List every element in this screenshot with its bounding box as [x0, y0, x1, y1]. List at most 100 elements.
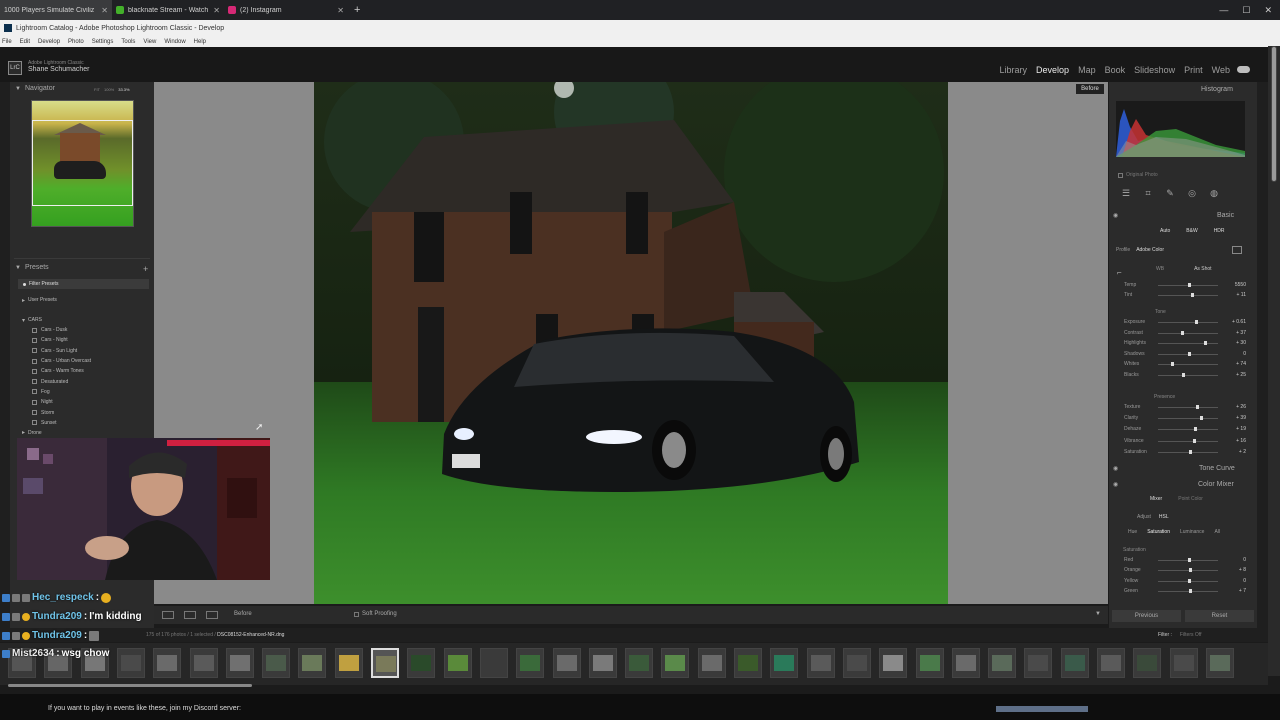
slider-yellow[interactable]: Yellow 0	[1116, 578, 1246, 586]
slider-shadows[interactable]: Shadows 0	[1116, 351, 1246, 359]
filmstrip-thumbnail[interactable]	[552, 648, 581, 678]
slider-track[interactable]	[1158, 407, 1218, 408]
reset-button[interactable]: Reset	[1185, 610, 1254, 622]
tone-curve-title[interactable]: Tone Curve	[1199, 465, 1235, 472]
page-scrollbar[interactable]	[1268, 46, 1280, 676]
filmstrip-thumbnail[interactable]	[153, 648, 182, 678]
navigator-view-box[interactable]	[32, 120, 133, 206]
module-web[interactable]: Web	[1212, 65, 1230, 75]
profile-select[interactable]: Adobe Color	[1136, 247, 1164, 253]
file-name[interactable]: DSC08152-Enhanced-NR.dng	[217, 632, 284, 638]
menu-photo[interactable]: Photo	[68, 39, 84, 45]
filter-select[interactable]: Filters Off	[1180, 632, 1202, 638]
slider-knob[interactable]	[1182, 372, 1185, 377]
add-preset-icon[interactable]: +	[143, 264, 148, 274]
filmstrip-scrollbar[interactable]	[8, 684, 252, 687]
slider-knob[interactable]	[1200, 416, 1203, 421]
slider-knob[interactable]	[1189, 588, 1193, 593]
filmstrip-thumbnail[interactable]	[661, 648, 690, 678]
slider-knob[interactable]	[1189, 568, 1193, 573]
slider-red[interactable]: Red 0	[1116, 557, 1246, 565]
filmstrip-thumbnail[interactable]	[516, 648, 545, 678]
preset-item[interactable]: Cars - Dusk	[22, 325, 91, 335]
filter-presets[interactable]: Filter Presets	[18, 279, 149, 289]
module-develop[interactable]: Develop	[1036, 65, 1069, 75]
filmstrip-thumbnail[interactable]	[1205, 648, 1234, 678]
slider-dehaze[interactable]: Dehaze + 19	[1116, 426, 1246, 434]
slider-knob[interactable]	[1196, 405, 1200, 409]
filmstrip-thumbnail[interactable]	[588, 648, 617, 678]
slider-highlights[interactable]: Highlights + 30	[1116, 340, 1246, 348]
slider-blacks[interactable]: Blacks + 25	[1116, 372, 1246, 380]
presets-header[interactable]: ▼ Presets	[15, 264, 49, 271]
close-icon[interactable]: ✕	[337, 6, 344, 15]
point-color-tab[interactable]: Point Color	[1178, 496, 1203, 502]
menu-file[interactable]: File	[2, 39, 12, 45]
eye-icon[interactable]: ◉	[1113, 481, 1118, 488]
navigator-header[interactable]: ▼ Navigator	[15, 85, 55, 92]
slider-clarity[interactable]: Clarity + 39	[1116, 415, 1246, 423]
slider-vibrance[interactable]: Vibrance + 16	[1116, 438, 1246, 446]
tab-hue[interactable]: Hue	[1128, 529, 1137, 535]
filmstrip-thumbnail[interactable]	[988, 648, 1017, 678]
slider-value[interactable]: + 8	[1239, 567, 1246, 573]
mixer-tab[interactable]: Mixer	[1150, 496, 1162, 502]
module-slideshow[interactable]: Slideshow	[1134, 65, 1175, 75]
slider-knob[interactable]	[1188, 449, 1192, 454]
slider-knob[interactable]	[1195, 320, 1199, 324]
slider-value[interactable]: 5550	[1235, 282, 1246, 288]
basic-title[interactable]: Basic	[1217, 212, 1234, 219]
slider-temp[interactable]: Temp 5550	[1116, 282, 1246, 290]
previous-button[interactable]: Previous	[1112, 610, 1181, 622]
slider-knob[interactable]	[1180, 330, 1184, 335]
hdr-button[interactable]: HDR	[1214, 228, 1225, 234]
menu-view[interactable]: View	[143, 39, 156, 45]
preset-item[interactable]: Cars - Sun Light	[22, 346, 91, 356]
before-after-icon[interactable]	[206, 611, 218, 619]
slider-value[interactable]: + 74	[1236, 361, 1246, 367]
module-library[interactable]: Library	[1000, 65, 1028, 75]
close-icon[interactable]: ✕	[101, 6, 108, 15]
slider-value[interactable]: + 16	[1236, 438, 1246, 444]
auto-button[interactable]: Auto	[1160, 228, 1170, 234]
slider-tint[interactable]: Tint + 11	[1116, 292, 1246, 300]
user-name[interactable]: Shane Schumacher	[28, 66, 89, 73]
filmstrip-thumbnail[interactable]	[262, 648, 291, 678]
slider-value[interactable]: 0	[1243, 578, 1246, 584]
slider-value[interactable]: + 2	[1239, 449, 1246, 455]
slider-track[interactable]	[1158, 590, 1218, 592]
filmstrip-thumbnail[interactable]	[407, 648, 436, 678]
compare-view-icon[interactable]	[184, 611, 196, 619]
eye-icon[interactable]: ◉	[1113, 465, 1118, 472]
adjust-select[interactable]: HSL	[1159, 514, 1169, 520]
filmstrip-thumbnail[interactable]	[806, 648, 835, 678]
slider-track[interactable]	[1158, 332, 1218, 334]
edit-sliders-icon[interactable]: ☰	[1120, 188, 1132, 199]
module-print[interactable]: Print	[1184, 65, 1203, 75]
filmstrip-thumbnail[interactable]	[479, 648, 508, 678]
filmstrip-thumbnail[interactable]	[625, 648, 654, 678]
module-map[interactable]: Map	[1078, 65, 1096, 75]
preset-item[interactable]: Fog	[22, 387, 91, 397]
filmstrip-thumbnail[interactable]	[443, 648, 472, 678]
filmstrip-thumbnail[interactable]	[951, 648, 980, 678]
slider-knob[interactable]	[1203, 341, 1207, 345]
slider-value[interactable]: 0	[1243, 351, 1246, 357]
slider-value[interactable]: + 0.61	[1232, 319, 1246, 325]
histogram-title[interactable]: Histogram	[1201, 86, 1233, 93]
masking-icon[interactable]: ◍	[1208, 188, 1220, 199]
maximize-icon[interactable]: ☐	[1242, 5, 1250, 16]
filmstrip-thumbnail[interactable]	[1024, 648, 1053, 678]
new-tab-button[interactable]: +	[348, 4, 366, 16]
slider-track[interactable]	[1158, 295, 1218, 296]
navigator-preview[interactable]	[31, 100, 134, 227]
bw-button[interactable]: B&W	[1186, 228, 1197, 234]
slider-contrast[interactable]: Contrast + 37	[1116, 330, 1246, 338]
menu-settings[interactable]: Settings	[92, 39, 114, 45]
preset-item[interactable]: Night	[22, 397, 91, 407]
eyedropper-icon[interactable]: ⌐	[1117, 268, 1122, 277]
filmstrip-thumbnail[interactable]	[116, 648, 145, 678]
original-photo-toggle[interactable]: Original Photo	[1118, 172, 1158, 178]
filmstrip-thumbnail[interactable]	[770, 648, 799, 678]
slider-whites[interactable]: Whites + 74	[1116, 361, 1246, 369]
